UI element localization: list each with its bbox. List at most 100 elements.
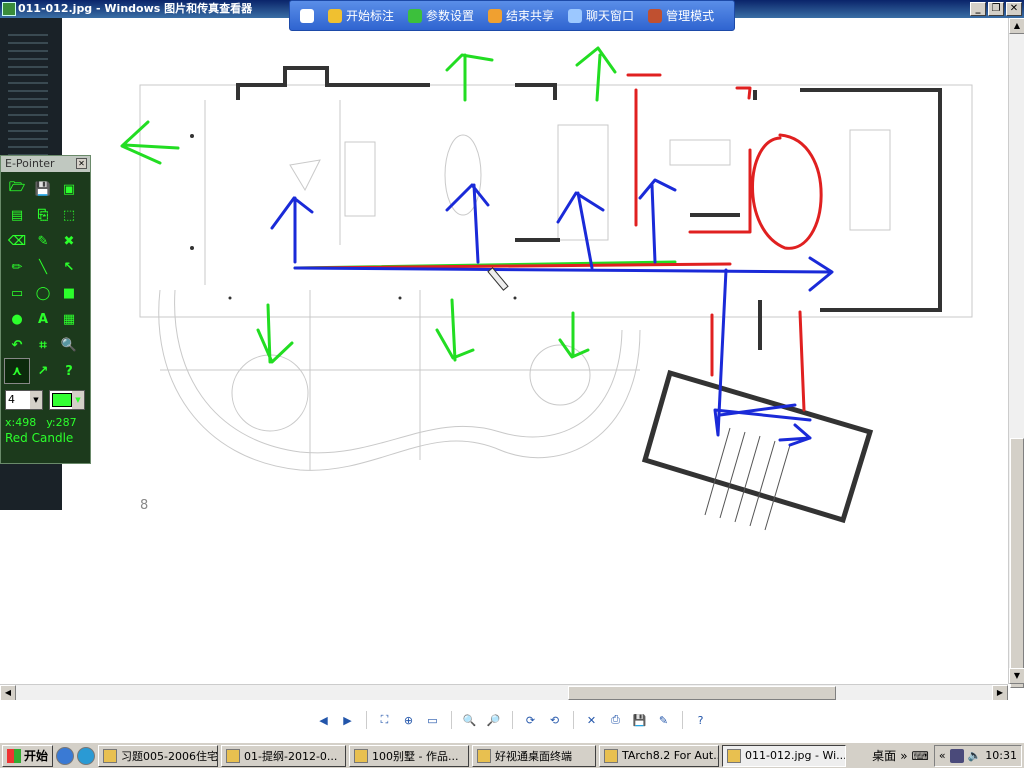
start-button[interactable]: 开始 bbox=[2, 744, 54, 767]
keyboard-icon[interactable]: ⌨ bbox=[912, 749, 929, 763]
scroll-up-button[interactable]: ▲ bbox=[1009, 18, 1024, 34]
zoom-in-icon[interactable]: 🔍 bbox=[461, 711, 479, 729]
best-fit-icon[interactable]: ⛶ bbox=[376, 711, 394, 729]
rotate-clockwise-icon[interactable]: ⟳ bbox=[522, 711, 540, 729]
taskbar-button[interactable]: 011-012.jpg - Wi... bbox=[722, 744, 847, 767]
taskbar-button[interactable]: TArch8.2 For Aut... bbox=[599, 744, 720, 767]
calculator-icon[interactable]: ⌗ bbox=[30, 332, 56, 358]
filled-ellipse-icon[interactable]: ● bbox=[4, 306, 30, 332]
horizontal-scrollbar[interactable]: ◀ ▶ bbox=[0, 684, 1008, 701]
window-title: 011-012.jpg - Windows 图片和传真查看器 bbox=[18, 2, 253, 15]
floatbar-item[interactable]: 参数设置 bbox=[408, 7, 474, 24]
taskbar: 开始 习题005-2006住宅 01-提纲-2012-0... 100别墅 - 作品… bbox=[0, 742, 1024, 768]
task-label: 100别墅 - 作品... bbox=[372, 749, 459, 763]
conference-floating-toolbar: 开始标注 参数设置 结束共享 聊天窗口 管理模式 bbox=[289, 0, 735, 31]
floatbar-item[interactable]: 管理模式 bbox=[648, 7, 714, 24]
task-label: 习题005-2006住宅 bbox=[121, 749, 218, 763]
scroll-left-button[interactable]: ◀ bbox=[0, 685, 16, 701]
text-icon[interactable]: A bbox=[30, 306, 56, 332]
spotlight-icon[interactable]: ⋏ bbox=[4, 358, 30, 384]
filled-rect-icon[interactable]: ■ bbox=[56, 280, 82, 306]
floor-plan-image bbox=[120, 46, 973, 531]
floatbar-item[interactable]: 开始标注 bbox=[328, 7, 394, 24]
e-pointer-tool-grid: 🗁 💾 ▣ ▤ ⎘ ⬚ ⌫ ✎ ✖ ✏ ╲ ↖ ▭ ◯ ■ ● A ▦ ↶ ⌗ 🔍 ⋏ ↗? bbox=[1, 172, 90, 388]
task-label: 01-提纲-2012-0... bbox=[244, 749, 338, 763]
floatbar-item-label: 管理模式 bbox=[666, 9, 715, 23]
chevron-icon[interactable]: » bbox=[900, 749, 907, 763]
next-image-icon[interactable]: ▶ bbox=[339, 711, 357, 729]
ellipse-icon[interactable]: ◯ bbox=[30, 280, 56, 306]
page-number: 8 bbox=[140, 498, 149, 513]
zoom-icon[interactable]: 🔍 bbox=[56, 332, 82, 358]
expand-tray-icon[interactable]: « bbox=[939, 749, 946, 762]
vertical-scrollbar[interactable]: ▲ ▼ bbox=[1008, 18, 1024, 688]
taskbar-button[interactable]: 习题005-2006住宅 bbox=[98, 744, 219, 767]
highlighter-icon[interactable]: ▦ bbox=[56, 306, 82, 332]
image-canvas[interactable]: 8 bbox=[0, 18, 1008, 684]
help-icon[interactable]: ? bbox=[56, 358, 82, 384]
task-app-icon bbox=[604, 748, 619, 763]
edit-icon[interactable]: ✎ bbox=[655, 711, 673, 729]
rotate-counterclockwise-icon[interactable]: ⟲ bbox=[546, 711, 564, 729]
eraser-icon[interactable]: ⌫ bbox=[4, 228, 30, 254]
start-label: 开始 bbox=[24, 749, 49, 763]
clear-icon[interactable]: ✖ bbox=[56, 228, 82, 254]
arrow-icon[interactable]: ↖ bbox=[56, 254, 82, 280]
help-icon[interactable]: ? bbox=[692, 711, 710, 729]
save-icon[interactable]: 💾 bbox=[30, 176, 56, 202]
copy-to-icon[interactable]: 💾 bbox=[631, 711, 649, 729]
image-viewer-window: 011-012.jpg - Windows 图片和传真查看器 _ ❐ ✕ 8 开… bbox=[0, 0, 1024, 742]
coord-x: x:498 bbox=[5, 416, 37, 429]
maximize-button[interactable]: ❐ bbox=[988, 2, 1004, 16]
print-icon[interactable]: ⎙ bbox=[607, 711, 625, 729]
chevron-down-icon: ▼ bbox=[72, 391, 84, 409]
floatbar-item[interactable]: 结束共享 bbox=[488, 7, 554, 24]
taskbar-button[interactable]: 01-提纲-2012-0... bbox=[221, 744, 347, 767]
vertical-scroll-thumb[interactable] bbox=[1010, 438, 1024, 688]
network-icon[interactable] bbox=[949, 748, 964, 763]
dropper-icon[interactable]: ✎ bbox=[30, 228, 56, 254]
share-end-icon bbox=[488, 8, 503, 23]
toolbar-separator bbox=[365, 711, 367, 729]
taskbar-button[interactable]: 好视通桌面终端 bbox=[472, 744, 597, 767]
line-icon[interactable]: ╲ bbox=[30, 254, 56, 280]
e-pointer-header[interactable]: E-Pointer ✕ bbox=[1, 156, 90, 172]
floatbar-item[interactable]: 聊天窗口 bbox=[568, 7, 634, 24]
taskbar-button[interactable]: 100别墅 - 作品... bbox=[349, 744, 470, 767]
undo-icon[interactable]: ↶ bbox=[4, 332, 30, 358]
board-icon[interactable]: ▤ bbox=[4, 202, 30, 228]
ie-quicklaunch-icon[interactable] bbox=[56, 746, 75, 765]
minimize-button[interactable]: _ bbox=[970, 2, 986, 16]
rectangle-icon[interactable]: ▭ bbox=[4, 280, 30, 306]
close-button[interactable]: ✕ bbox=[1006, 2, 1022, 16]
volume-icon[interactable]: 🔈 bbox=[968, 749, 982, 762]
actual-size-icon[interactable]: ⊕ bbox=[400, 711, 418, 729]
window-controls: _ ❐ ✕ bbox=[970, 2, 1022, 16]
prev-image-icon[interactable]: ◀ bbox=[315, 711, 333, 729]
scroll-down-button[interactable]: ▼ bbox=[1009, 668, 1024, 684]
desktop-label[interactable]: 桌面 bbox=[872, 747, 896, 764]
delete-icon[interactable]: ✕ bbox=[583, 711, 601, 729]
chevron-down-icon: ▼ bbox=[30, 391, 42, 409]
e-pointer-palette: E-Pointer ✕ 🗁 💾 ▣ ▤ ⎘ ⬚ ⌫ ✎ ✖ ✏ ╲ ↖ ▭ ◯ ■ ● A ▦ ↶ ⌗ 🔍 ⋏ ↗? 4 ▼… bbox=[0, 155, 91, 464]
toolbar-separator bbox=[511, 711, 513, 729]
viewer-app-icon bbox=[2, 2, 16, 16]
cursor-coordinates: x:498 y:287 bbox=[1, 410, 90, 429]
e-pointer-close-button[interactable]: ✕ bbox=[76, 158, 87, 169]
open-icon[interactable]: 🗁 bbox=[4, 176, 30, 202]
browser-quicklaunch-icon[interactable] bbox=[77, 746, 96, 765]
desktop-toolbar: 桌面 » ⌨ bbox=[872, 747, 931, 764]
horizontal-scroll-thumb[interactable] bbox=[568, 686, 836, 700]
windows-flag-icon bbox=[7, 748, 21, 763]
pointer-icon[interactable]: ↗ bbox=[30, 358, 56, 384]
scroll-right-button[interactable]: ▶ bbox=[992, 685, 1008, 701]
copy-icon[interactable]: ⎘ bbox=[30, 202, 56, 228]
pen-color-select[interactable]: ▼ bbox=[49, 390, 85, 410]
select-rect-icon[interactable]: ⬚ bbox=[56, 202, 82, 228]
pen-width-select[interactable]: 4 ▼ bbox=[5, 390, 43, 410]
pencil-icon[interactable]: ✏ bbox=[4, 254, 30, 280]
slideshow-icon[interactable]: ▭ bbox=[424, 711, 442, 729]
capture-icon[interactable]: ▣ bbox=[56, 176, 82, 202]
pin-button[interactable] bbox=[300, 8, 314, 23]
zoom-out-icon[interactable]: 🔎 bbox=[485, 711, 503, 729]
